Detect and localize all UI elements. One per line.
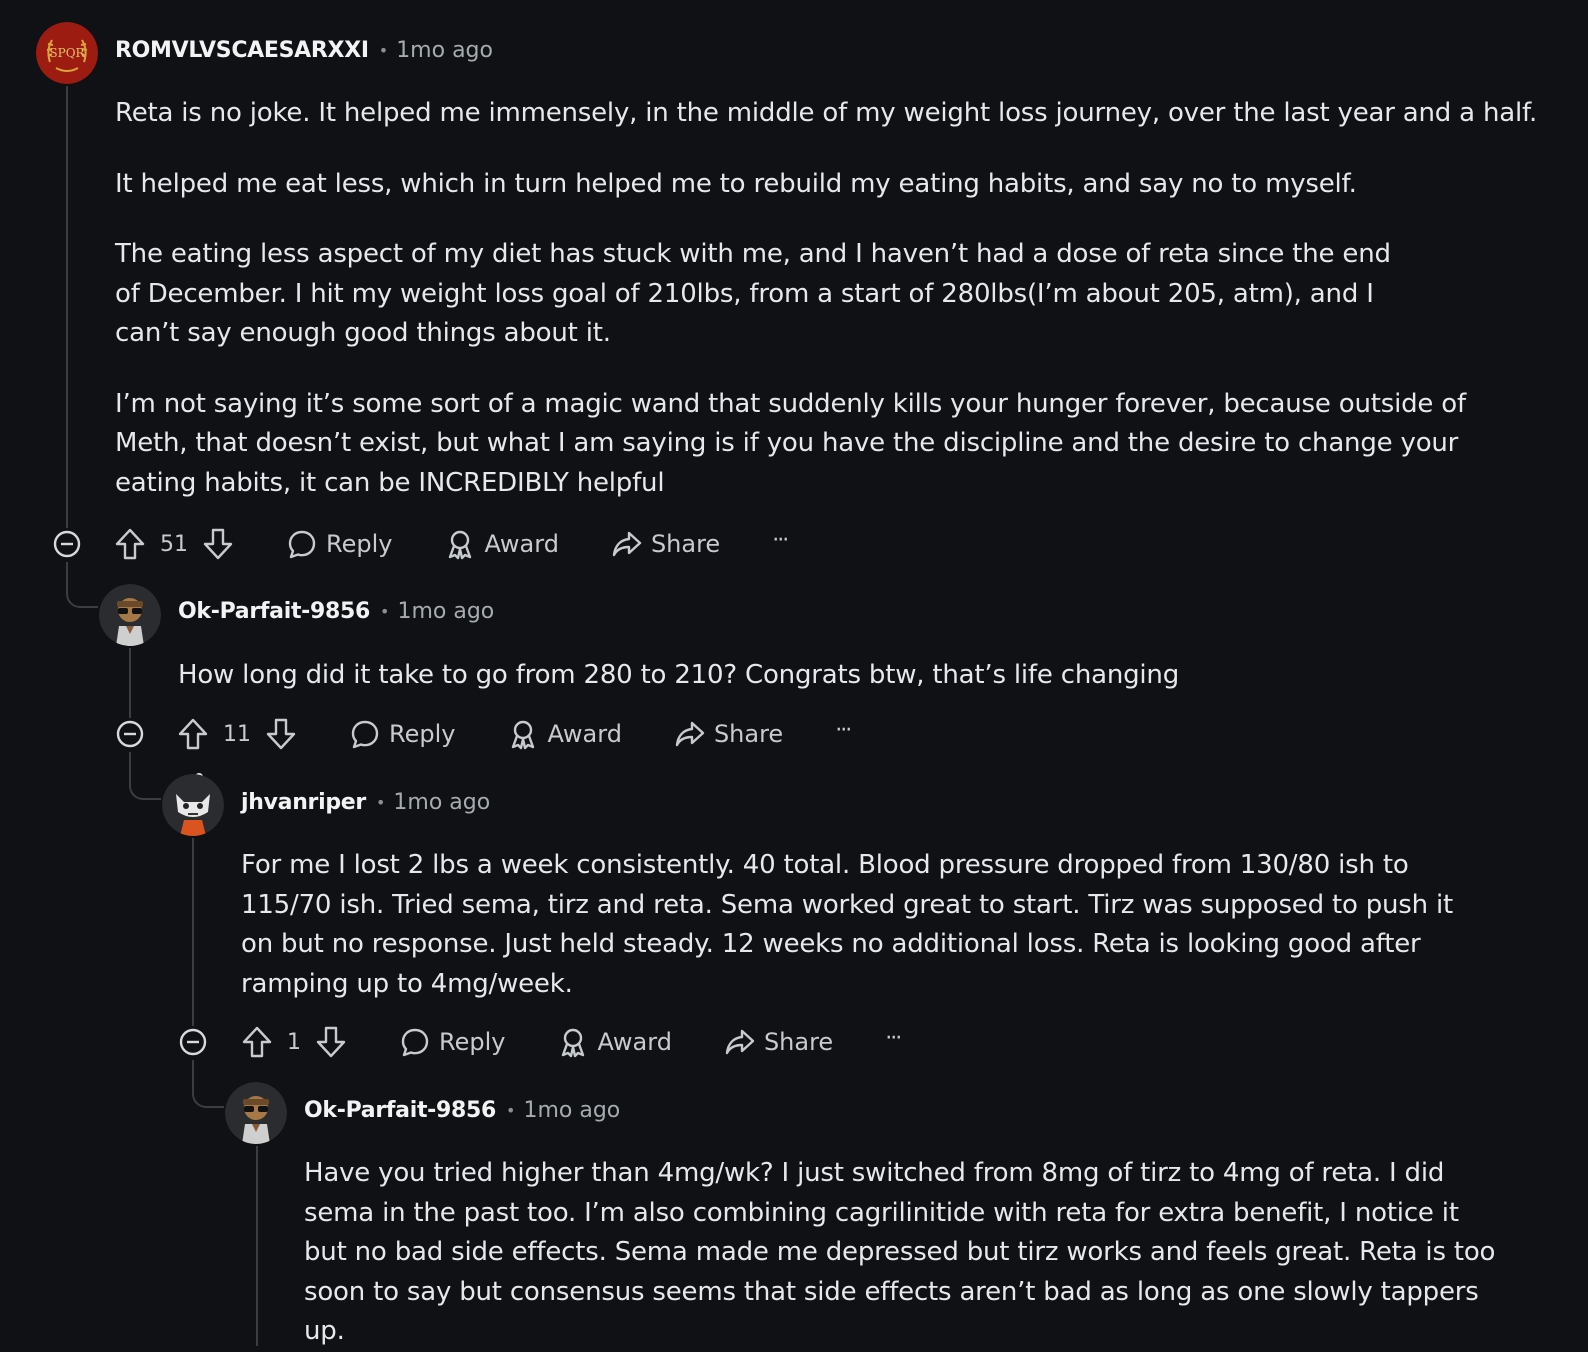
collapse-button[interactable] — [115, 719, 145, 749]
separator-dot: • — [380, 601, 390, 621]
comment-body: How long did it take to go from 280 to 2… — [178, 656, 1558, 696]
award-icon — [557, 1026, 589, 1058]
collapse-button[interactable] — [178, 1027, 208, 1057]
comment-actions: 11 Reply Award Share ··· — [177, 712, 902, 756]
more-options-button[interactable]: ··· — [885, 1026, 902, 1055]
vote-group: 51 — [114, 527, 234, 561]
timestamp[interactable]: 1mo ago — [396, 38, 493, 63]
award-button[interactable]: Award — [557, 1026, 672, 1058]
downvote-icon[interactable] — [265, 717, 297, 751]
thread-line-3 — [192, 838, 194, 1026]
username[interactable]: jhvanriper — [241, 790, 366, 815]
comment-meta: jhvanriper • 1mo ago — [241, 786, 490, 818]
separator-dot: • — [378, 40, 389, 60]
comment-paragraph: I’m not saying it’s some sort of a magic… — [115, 388, 1466, 498]
avatar[interactable] — [162, 774, 224, 836]
thread-line-4 — [256, 1146, 258, 1346]
comment-paragraph: The eating less aspect of my diet has st… — [115, 239, 1391, 348]
upvote-icon[interactable] — [177, 717, 209, 751]
reply-label: Reply — [389, 720, 456, 748]
timestamp[interactable]: 1mo ago — [393, 790, 490, 815]
more-icon: ··· — [772, 527, 789, 553]
avatar[interactable] — [225, 1082, 287, 1144]
collapse-icon — [179, 1028, 207, 1056]
reply-label: Reply — [439, 1028, 506, 1056]
vote-group: 11 — [177, 717, 297, 751]
timestamp[interactable]: 1mo ago — [523, 1098, 620, 1123]
reply-button[interactable]: Reply — [286, 528, 392, 560]
comment-body: Have you tried higher than 4mg/wk? I jus… — [304, 1154, 1504, 1352]
collapse-icon — [116, 720, 144, 748]
share-icon — [724, 1026, 756, 1058]
more-icon: ··· — [885, 1025, 902, 1051]
collapse-icon — [53, 530, 81, 558]
comment-meta: Ok-Parfait-9856 • 1mo ago — [178, 595, 494, 627]
username[interactable]: Ok-Parfait-9856 — [178, 599, 370, 624]
thread-elbow-1 — [66, 562, 98, 608]
share-icon — [674, 718, 706, 750]
downvote-icon[interactable] — [202, 527, 234, 561]
more-options-button[interactable]: ··· — [772, 528, 789, 557]
upvote-icon[interactable] — [114, 527, 146, 561]
vote-count: 1 — [287, 1029, 301, 1055]
collapse-button[interactable] — [52, 529, 82, 559]
award-icon — [507, 718, 539, 750]
comment-paragraph: It helped me eat less, which in turn hel… — [115, 168, 1357, 199]
comment-actions: 51 Reply Award Share ··· — [114, 522, 839, 566]
reply-label: Reply — [326, 530, 393, 558]
comment-body: Reta is no joke. It helped me immensely,… — [115, 94, 1555, 503]
reply-button[interactable]: Reply — [399, 1026, 505, 1058]
avatar[interactable] — [99, 584, 161, 646]
username[interactable]: Ok-Parfait-9856 — [304, 1098, 496, 1123]
award-icon — [444, 528, 476, 560]
comment-paragraph: Reta is no joke. It helped me immensely,… — [115, 98, 1538, 128]
timestamp[interactable]: 1mo ago — [397, 599, 494, 624]
comment-meta: ROMVLVSCAESARXXI • 1mo ago — [115, 34, 493, 66]
share-button[interactable]: Share — [611, 528, 720, 560]
thread-elbow-3 — [192, 1060, 224, 1108]
vote-group: 1 — [241, 1025, 347, 1059]
username[interactable]: ROMVLVSCAESARXXI — [115, 38, 369, 63]
award-button[interactable]: Award — [444, 528, 559, 560]
thread-line-2 — [129, 648, 131, 718]
vote-count: 51 — [160, 531, 188, 557]
comment-meta: Ok-Parfait-9856 • 1mo ago — [304, 1094, 620, 1126]
share-button[interactable]: Share — [674, 718, 783, 750]
more-icon: ··· — [835, 717, 852, 743]
comment-paragraph: How long did it take to go from 280 to 2… — [178, 660, 1180, 690]
reply-icon — [349, 718, 381, 750]
share-label: Share — [763, 1028, 834, 1056]
award-button[interactable]: Award — [507, 718, 622, 750]
share-button[interactable]: Share — [724, 1026, 833, 1058]
avatar[interactable]: SPQR — [36, 22, 98, 84]
avatar-spqr-text: SPQR — [49, 46, 85, 60]
reply-button[interactable]: Reply — [349, 718, 455, 750]
award-label: Award — [484, 530, 559, 558]
more-options-button[interactable]: ··· — [835, 718, 852, 747]
share-label: Share — [650, 530, 721, 558]
share-icon — [611, 528, 643, 560]
separator-dot: • — [375, 792, 386, 812]
vote-count: 11 — [223, 721, 251, 747]
upvote-icon[interactable] — [241, 1025, 273, 1059]
thread-elbow-2 — [129, 752, 161, 800]
comment-body: For me I lost 2 lbs a week consistently.… — [241, 846, 1461, 1004]
downvote-icon[interactable] — [315, 1025, 347, 1059]
share-label: Share — [713, 720, 784, 748]
comment-paragraph: For me I lost 2 lbs a week consistently.… — [241, 850, 1454, 999]
award-label: Award — [597, 1028, 672, 1056]
reply-icon — [399, 1026, 431, 1058]
comment-actions: 1 Reply Award Share ··· — [241, 1020, 952, 1064]
award-label: Award — [547, 720, 622, 748]
reply-icon — [286, 528, 318, 560]
comment-paragraph: Have you tried higher than 4mg/wk? I jus… — [304, 1158, 1496, 1346]
thread-line-1 — [66, 86, 68, 528]
separator-dot: • — [506, 1100, 516, 1120]
